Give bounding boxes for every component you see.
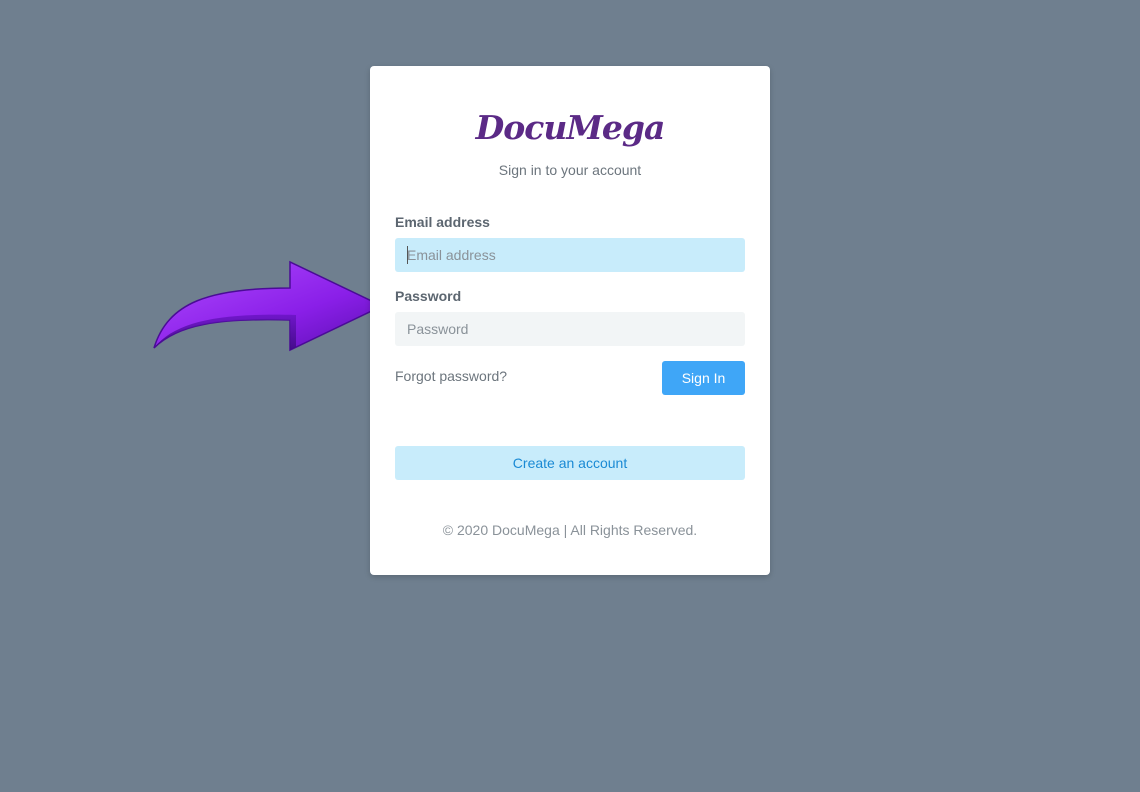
forgot-password-link[interactable]: Forgot password? xyxy=(395,368,507,384)
logo-text: DocuMega xyxy=(475,108,666,147)
annotation-arrow-icon xyxy=(153,260,384,352)
password-label: Password xyxy=(395,288,462,304)
login-card: DocuMega Sign in to your account Email a… xyxy=(370,66,770,575)
login-subtitle: Sign in to your account xyxy=(498,162,642,178)
create-account-button[interactable]: Create an account xyxy=(395,446,745,480)
copyright-footer: © 2020 DocuMega | All Rights Reserved. xyxy=(442,522,698,538)
text-caret xyxy=(407,246,408,264)
email-label: Email address xyxy=(395,214,490,230)
password-field[interactable] xyxy=(395,312,745,346)
sign-in-button[interactable]: Sign In xyxy=(662,361,745,395)
brand-logo: DocuMega xyxy=(370,104,770,152)
email-field[interactable] xyxy=(395,238,745,272)
